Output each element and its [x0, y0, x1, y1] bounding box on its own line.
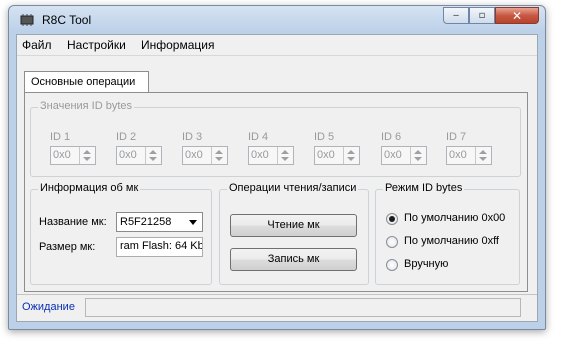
id5-label: ID 5 — [314, 131, 335, 143]
window-controls: ‒ ▫ ✕ — [443, 7, 539, 25]
id6-value: 0x0 — [384, 149, 402, 161]
radio-default-0x00[interactable] — [386, 213, 398, 225]
id1-value: 0x0 — [53, 149, 71, 161]
id3-spinner[interactable]: 0x0 — [182, 146, 228, 165]
mcu-info-group: Информация об мк Название мк: R5F21258 Р… — [30, 182, 212, 285]
id1-spinner[interactable]: 0x0 — [50, 146, 96, 165]
spinner-arrows-icon[interactable] — [211, 147, 227, 164]
spinner-arrows-icon[interactable] — [410, 147, 426, 164]
spinner-arrows-icon[interactable] — [277, 147, 293, 164]
menu-info[interactable]: Информация — [141, 38, 214, 52]
id-bytes-group-title: Значения ID bytes — [38, 100, 135, 112]
id1-label: ID 1 — [50, 131, 71, 143]
mcu-size-field[interactable]: ram Flash: 64 Kb — [116, 237, 203, 257]
radio-default-0xff-label[interactable]: По умолчанию 0xff — [404, 235, 499, 247]
radio-manual-label[interactable]: Вручную — [404, 258, 448, 270]
minimize-icon: ‒ — [452, 10, 460, 21]
status-text: Ожидание — [22, 301, 75, 313]
close-icon: ✕ — [511, 8, 523, 23]
title-bar[interactable]: R8C Tool ‒ ▫ ✕ — [9, 6, 545, 34]
id4-spinner[interactable]: 0x0 — [248, 146, 294, 165]
id7-spinner[interactable]: 0x0 — [446, 146, 492, 165]
mcu-name-value: R5F21258 — [120, 216, 172, 228]
id-mode-group: Режим ID bytes По умолчанию 0x00 По умол… — [375, 182, 520, 285]
id4-label: ID 4 — [248, 131, 269, 143]
mcu-name-select[interactable]: R5F21258 — [116, 212, 203, 232]
close-button[interactable]: ✕ — [495, 7, 539, 24]
chip-icon — [20, 14, 34, 26]
id6-spinner[interactable]: 0x0 — [381, 146, 427, 165]
id7-value: 0x0 — [449, 149, 467, 161]
radio-default-0xff[interactable] — [386, 236, 398, 248]
operations-group: Операции чтения/записи Чтение мк Запись … — [219, 182, 369, 285]
chevron-down-icon[interactable] — [185, 214, 201, 230]
id2-spinner[interactable]: 0x0 — [116, 146, 162, 165]
status-bar: Ожидание — [17, 294, 537, 321]
menu-file[interactable]: Файл — [22, 38, 52, 52]
read-mcu-button[interactable]: Чтение мк — [230, 214, 357, 237]
radio-manual[interactable] — [386, 259, 398, 271]
id4-value: 0x0 — [251, 149, 269, 161]
spinner-arrows-icon[interactable] — [145, 147, 161, 164]
id3-label: ID 3 — [182, 131, 203, 143]
write-mcu-button[interactable]: Запись мк — [230, 248, 357, 271]
maximize-icon: ▫ — [478, 10, 486, 21]
spinner-arrows-icon[interactable] — [475, 147, 491, 164]
menu-settings[interactable]: Настройки — [67, 38, 126, 52]
id6-label: ID 6 — [381, 131, 402, 143]
id-mode-group-title: Режим ID bytes — [383, 182, 465, 194]
radio-default-0x00-label[interactable]: По умолчанию 0x00 — [404, 212, 505, 224]
id5-value: 0x0 — [317, 149, 335, 161]
id5-spinner[interactable]: 0x0 — [314, 146, 360, 165]
id2-label: ID 2 — [116, 131, 137, 143]
mcu-name-label: Название мк: — [39, 216, 107, 228]
mcu-size-label: Размер мк: — [39, 241, 96, 253]
maximize-button[interactable]: ▫ — [469, 7, 495, 24]
tab-main-operations[interactable]: Основные операции — [24, 71, 149, 93]
minimize-button[interactable]: ‒ — [443, 7, 469, 24]
mcu-info-group-title: Информация об мк — [38, 182, 141, 194]
window-title: R8C Tool — [42, 13, 92, 27]
spinner-arrows-icon[interactable] — [79, 147, 95, 164]
tab-page-main: Значения ID bytes ID 1 0x0 ID 2 0x0 ID 3… — [24, 92, 528, 292]
id2-value: 0x0 — [119, 149, 137, 161]
spinner-arrows-icon[interactable] — [343, 147, 359, 164]
id7-label: ID 7 — [446, 131, 467, 143]
status-field — [85, 298, 521, 317]
client-area: Файл Настройки Информация Основные опера… — [16, 34, 538, 322]
id3-value: 0x0 — [185, 149, 203, 161]
app-window: R8C Tool ‒ ▫ ✕ Файл Настройки Информация… — [8, 5, 546, 330]
menu-bar: Файл Настройки Информация — [17, 35, 537, 56]
operations-group-title: Операции чтения/записи — [227, 182, 359, 194]
